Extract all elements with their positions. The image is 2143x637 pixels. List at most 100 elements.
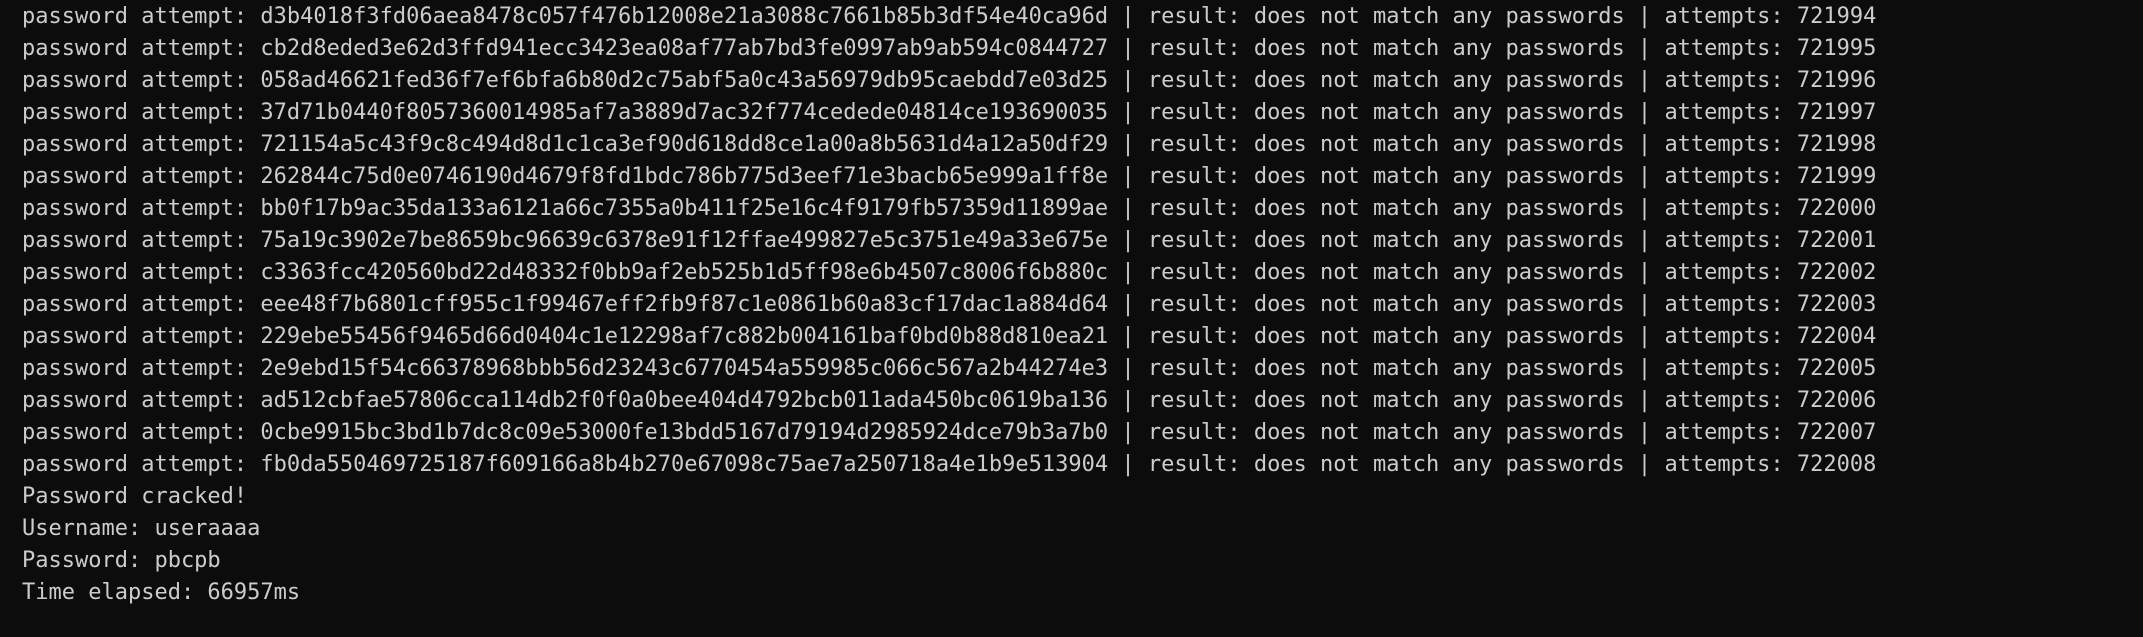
attempt-prefix: password attempt: xyxy=(22,196,261,221)
attempt-line: password attempt: cb2d8eded3e62d3ffd941e… xyxy=(22,33,2143,65)
attempt-result: result: does not match any passwords xyxy=(1147,260,1625,285)
attempt-line: password attempt: eee48f7b6801cff955c1f9… xyxy=(22,289,2143,321)
attempt-result: result: does not match any passwords xyxy=(1147,36,1625,61)
separator: | xyxy=(1624,388,1665,413)
password-line: Password: pbcpb xyxy=(22,548,221,573)
attempt-result: result: does not match any passwords xyxy=(1147,420,1625,445)
attempt-count: attempts: 722008 xyxy=(1664,452,1877,477)
attempt-count: attempts: 721995 xyxy=(1664,36,1877,61)
attempt-result: result: does not match any passwords xyxy=(1147,228,1625,253)
attempt-line: password attempt: c3363fcc420560bd22d483… xyxy=(22,257,2143,289)
terminal-window[interactable]: password attempt: d3b4018f3fd06aea8478c0… xyxy=(0,0,2143,637)
attempt-line: password attempt: d3b4018f3fd06aea8478c0… xyxy=(22,1,2143,33)
attempt-log: password attempt: d3b4018f3fd06aea8478c0… xyxy=(22,1,2143,481)
attempt-line: password attempt: bb0f17b9ac35da133a6121… xyxy=(22,193,2143,225)
attempt-prefix: password attempt: xyxy=(22,356,261,381)
attempt-hash: 721154a5c43f9c8c494d8d1c1ca3ef90d618dd8c… xyxy=(260,132,1109,157)
attempt-hash: 2e9ebd15f54c66378968bbb56d23243c6770454a… xyxy=(260,356,1109,381)
attempt-result: result: does not match any passwords xyxy=(1147,132,1625,157)
attempt-count: attempts: 722006 xyxy=(1664,388,1877,413)
separator: | xyxy=(1108,100,1148,125)
attempt-count: attempts: 721996 xyxy=(1664,68,1877,93)
attempt-hash: 229ebe55456f9465d66d0404c1e12298af7c882b… xyxy=(260,324,1109,349)
attempt-prefix: password attempt: xyxy=(22,132,261,157)
attempt-hash: 0cbe9915bc3bd1b7dc8c09e53000fe13bdd5167d… xyxy=(260,420,1109,445)
time-elapsed-line: Time elapsed: 66957ms xyxy=(22,580,301,605)
attempt-result: result: does not match any passwords xyxy=(1147,388,1625,413)
separator: | xyxy=(1624,68,1665,93)
attempt-prefix: password attempt: xyxy=(22,4,261,29)
attempt-hash: fb0da550469725187f609166a8b4b270e67098c7… xyxy=(260,452,1109,477)
attempt-prefix: password attempt: xyxy=(22,100,261,125)
attempt-hash: bb0f17b9ac35da133a6121a66c7355a0b411f25e… xyxy=(260,196,1109,221)
separator: | xyxy=(1108,132,1148,157)
separator: | xyxy=(1108,196,1148,221)
attempt-result: result: does not match any passwords xyxy=(1147,68,1625,93)
separator: | xyxy=(1624,420,1665,445)
separator: | xyxy=(1108,68,1148,93)
attempt-count: attempts: 722001 xyxy=(1664,228,1877,253)
separator: | xyxy=(1108,36,1148,61)
attempt-count: attempts: 721998 xyxy=(1664,132,1877,157)
attempt-line: password attempt: 262844c75d0e0746190d46… xyxy=(22,161,2143,193)
separator: | xyxy=(1624,452,1665,477)
attempt-prefix: password attempt: xyxy=(22,388,261,413)
attempt-line: password attempt: 75a19c3902e7be8659bc96… xyxy=(22,225,2143,257)
attempt-prefix: password attempt: xyxy=(22,420,261,445)
separator: | xyxy=(1624,100,1665,125)
separator: | xyxy=(1108,324,1148,349)
attempt-count: attempts: 721999 xyxy=(1664,164,1877,189)
attempt-hash: c3363fcc420560bd22d48332f0bb9af2eb525b1d… xyxy=(260,260,1109,285)
attempt-hash: 262844c75d0e0746190d4679f8fd1bdc786b775d… xyxy=(260,164,1109,189)
attempt-hash: 75a19c3902e7be8659bc96639c6378e91f12ffae… xyxy=(260,228,1109,253)
attempt-prefix: password attempt: xyxy=(22,452,261,477)
attempt-count: attempts: 722007 xyxy=(1664,420,1877,445)
attempt-count: attempts: 721994 xyxy=(1664,4,1877,29)
attempt-result: result: does not match any passwords xyxy=(1147,4,1625,29)
attempt-hash: ad512cbfae57806cca114db2f0f0a0bee404d479… xyxy=(260,388,1109,413)
attempt-line: password attempt: 058ad46621fed36f7ef6bf… xyxy=(22,65,2143,97)
attempt-result: result: does not match any passwords xyxy=(1147,100,1625,125)
cracked-message: Password cracked! xyxy=(22,484,248,509)
separator: | xyxy=(1624,324,1665,349)
separator: | xyxy=(1108,4,1148,29)
separator: | xyxy=(1624,164,1665,189)
attempt-hash: 058ad46621fed36f7ef6bfa6b80d2c75abf5a0c4… xyxy=(260,68,1109,93)
separator: | xyxy=(1624,260,1665,285)
attempt-count: attempts: 722002 xyxy=(1664,260,1877,285)
separator: | xyxy=(1624,4,1665,29)
attempt-prefix: password attempt: xyxy=(22,68,261,93)
attempt-line: password attempt: 37d71b0440f80573600149… xyxy=(22,97,2143,129)
attempt-result: result: does not match any passwords xyxy=(1147,164,1625,189)
separator: | xyxy=(1108,260,1148,285)
separator: | xyxy=(1108,164,1148,189)
separator: | xyxy=(1108,228,1148,253)
attempt-prefix: password attempt: xyxy=(22,164,261,189)
separator: | xyxy=(1624,196,1665,221)
separator: | xyxy=(1108,388,1148,413)
attempt-count: attempts: 721997 xyxy=(1664,100,1877,125)
attempt-result: result: does not match any passwords xyxy=(1147,292,1625,317)
separator: | xyxy=(1624,292,1665,317)
separator: | xyxy=(1108,356,1148,381)
attempt-hash: eee48f7b6801cff955c1f99467eff2fb9f87c1e0… xyxy=(260,292,1109,317)
attempt-prefix: password attempt: xyxy=(22,260,261,285)
separator: | xyxy=(1108,292,1148,317)
attempt-line: password attempt: ad512cbfae57806cca114d… xyxy=(22,385,2143,417)
attempt-prefix: password attempt: xyxy=(22,292,261,317)
attempt-result: result: does not match any passwords xyxy=(1147,324,1625,349)
attempt-line: password attempt: 2e9ebd15f54c66378968bb… xyxy=(22,353,2143,385)
separator: | xyxy=(1108,452,1148,477)
attempt-hash: 37d71b0440f8057360014985af7a3889d7ac32f7… xyxy=(260,100,1109,125)
username-line: Username: useraaaa xyxy=(22,516,261,541)
attempt-result: result: does not match any passwords xyxy=(1147,196,1625,221)
attempt-line: password attempt: 0cbe9915bc3bd1b7dc8c09… xyxy=(22,417,2143,449)
attempt-hash: d3b4018f3fd06aea8478c057f476b12008e21a30… xyxy=(260,4,1109,29)
attempt-result: result: does not match any passwords xyxy=(1147,452,1625,477)
attempt-hash: cb2d8eded3e62d3ffd941ecc3423ea08af77ab7b… xyxy=(260,36,1109,61)
attempt-line: password attempt: 229ebe55456f9465d66d04… xyxy=(22,321,2143,353)
attempt-line: password attempt: 721154a5c43f9c8c494d8d… xyxy=(22,129,2143,161)
attempt-count: attempts: 722003 xyxy=(1664,292,1877,317)
separator: | xyxy=(1624,36,1665,61)
attempt-prefix: password attempt: xyxy=(22,228,261,253)
